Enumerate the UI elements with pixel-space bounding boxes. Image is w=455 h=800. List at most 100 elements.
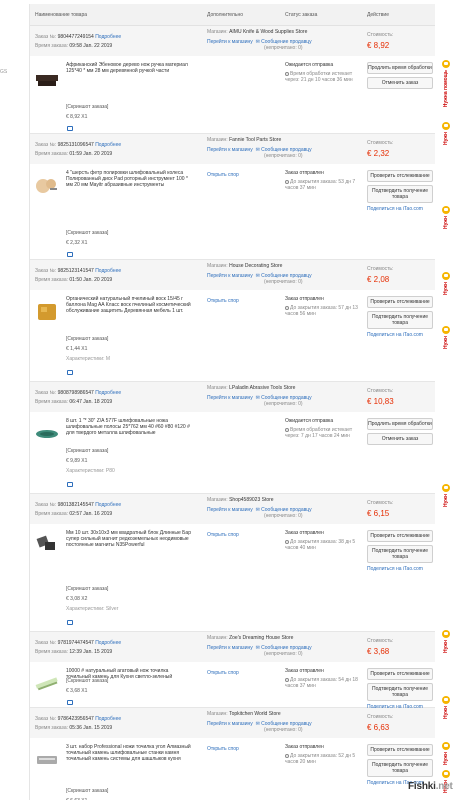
go-to-shop-link[interactable]: Перейти к магазину <box>207 721 253 727</box>
product-thumbnail[interactable] <box>35 422 59 446</box>
track-order-button[interactable]: Проверить отслеживание <box>367 744 433 756</box>
shop-name[interactable]: Topkitchen World Store <box>229 711 281 717</box>
order-details-link[interactable]: Подробнее <box>95 502 121 508</box>
track-order-button[interactable]: Проверить отслеживание <box>367 170 433 182</box>
help-tag[interactable]: Нужн <box>439 630 453 653</box>
order-details-link[interactable]: Подробнее <box>95 268 121 274</box>
product-title[interactable]: 4 "шерсть фетр полировки шлифовальный ко… <box>66 170 194 188</box>
chat-bubble-icon <box>442 60 450 68</box>
order-details-link[interactable]: Подробнее <box>95 640 121 646</box>
product-thumbnail[interactable] <box>35 748 59 772</box>
share-link[interactable]: Поделиться на iTao.com <box>367 566 433 572</box>
order-block: Заказ №: 9801382145547 Подробнее Время з… <box>30 494 435 632</box>
order-snapshot-link[interactable]: [Скриншот заказа] <box>66 104 108 110</box>
extend-processing-button[interactable]: Продлить время обработки <box>367 418 433 430</box>
shop-name[interactable]: LPaladin Abrasive Tools Store <box>229 385 295 391</box>
cancel-order-button[interactable]: Отменить заказ <box>367 433 433 445</box>
product-thumbnail[interactable] <box>35 672 59 696</box>
order-status: Заказ отправлен До закрытия заказа: 54 д… <box>285 668 365 689</box>
track-order-button[interactable]: Проверить отслеживание <box>367 296 433 308</box>
extend-processing-button[interactable]: Продлить время обработки <box>367 62 433 74</box>
help-tag[interactable]: Нужна помощь <box>439 60 453 107</box>
order-details-link[interactable]: Подробнее <box>95 142 121 148</box>
order-snapshot-link[interactable]: [Скриншот заказа] <box>66 678 108 684</box>
shop-name-row: Магазин: LPaladin Abrasive Tools Store <box>207 385 296 391</box>
order-details-link[interactable]: Подробнее <box>95 34 121 40</box>
order-block: Заказ №: 9786423956547 Подробнее Время з… <box>30 708 435 800</box>
col-details-header: Дополнительно <box>207 12 243 18</box>
go-to-shop-link[interactable]: Перейти к магазину <box>207 507 253 513</box>
open-dispute-link[interactable]: Открыть спор <box>207 532 239 538</box>
product-thumbnail[interactable] <box>35 300 59 324</box>
shop-name[interactable]: Shop4589023 Store <box>229 497 273 503</box>
product-title[interactable]: Органический натуральный пчелиный воск 1… <box>66 296 194 314</box>
shop-name[interactable]: AIMU Knife & Wood Supplies Store <box>229 29 307 35</box>
confirm-receipt-button[interactable]: Подтвердить получение товара <box>367 683 433 701</box>
order-details-link[interactable]: Подробнее <box>95 716 121 722</box>
snapshot-icon[interactable] <box>67 700 73 705</box>
order-details-link[interactable]: Подробнее <box>95 390 121 396</box>
go-to-shop-link[interactable]: Перейти к магазину <box>207 273 253 279</box>
confirm-receipt-button[interactable]: Подтвердить получение товара <box>367 545 433 563</box>
shop-name[interactable]: House Decorating Store <box>229 263 282 269</box>
product-thumbnail[interactable] <box>35 174 59 198</box>
order-header: Заказ №: 9808798986547 Подробнее Время з… <box>30 382 435 412</box>
snapshot-icon[interactable] <box>67 370 73 375</box>
order-actions: Продлить время обработки Отменить заказ <box>367 418 433 448</box>
help-tag[interactable]: Нужн <box>439 696 453 719</box>
shop-name[interactable]: Fannie Tool Parts Store <box>229 137 281 143</box>
order-snapshot-link[interactable]: [Скриншот заказа] <box>66 230 108 236</box>
product-thumbnail[interactable] <box>35 66 59 90</box>
help-tag[interactable]: Нужн <box>439 272 453 295</box>
order-snapshot-link[interactable]: [Скриншот заказа] <box>66 586 108 592</box>
product-price: € 3,08 X2 <box>66 596 88 602</box>
product-title[interactable]: Мм 10 шт. 30x10x3 мм квадратный блок Дли… <box>66 530 194 548</box>
help-tag[interactable]: Нужн <box>439 326 453 349</box>
go-to-shop-link[interactable]: Перейти к магазину <box>207 147 253 153</box>
open-dispute-link[interactable]: Открыть спор <box>207 298 239 304</box>
product-title[interactable]: 8 шт. 1 "* 30" Z/A 577F шлифовальные нож… <box>66 418 194 436</box>
go-to-shop-link[interactable]: Перейти к магазину <box>207 645 253 651</box>
snapshot-icon[interactable] <box>67 126 73 131</box>
help-tag[interactable]: Нужн <box>439 122 453 145</box>
product-thumbnail[interactable] <box>35 534 59 558</box>
share-link[interactable]: Поделиться на iTao.com <box>367 332 433 338</box>
order-time-row: Время заказа: 02:57 Jan. 16 2019 <box>35 511 113 517</box>
open-dispute-link[interactable]: Открыть спор <box>207 746 239 752</box>
go-to-shop-link[interactable]: Перейти к магазину <box>207 39 253 45</box>
track-order-button[interactable]: Проверить отслеживание <box>367 530 433 542</box>
order-body: Африканский Эбеновое дерево нож ручка ма… <box>30 56 435 134</box>
clock-icon <box>285 539 289 544</box>
chat-bubble-icon <box>442 484 450 492</box>
product-title[interactable]: Африканский Эбеновое дерево нож ручка ма… <box>66 62 194 74</box>
status-timer: Время обработки истекает через: 21 дн 10… <box>285 71 353 83</box>
help-tag[interactable]: Нужн <box>439 742 453 765</box>
open-dispute-link[interactable]: Открыть спор <box>207 670 239 676</box>
order-snapshot-link[interactable]: [Скриншот заказа] <box>66 336 108 342</box>
status-timer: До закрытия заказа: 54 дн 18 часов 37 ми… <box>285 677 358 689</box>
order-status: Заказ отправлен До закрытия заказа: 57 д… <box>285 296 365 317</box>
clock-icon <box>285 179 289 184</box>
open-dispute-link[interactable]: Открыть спор <box>207 172 239 178</box>
order-snapshot-link[interactable]: [Скриншот заказа] <box>66 448 108 454</box>
order-snapshot-link[interactable]: [Скриншот заказа] <box>66 788 108 794</box>
confirm-receipt-button[interactable]: Подтвердить получение товара <box>367 759 433 777</box>
go-to-shop-link[interactable]: Перейти к магазину <box>207 395 253 401</box>
track-order-button[interactable]: Проверить отслеживание <box>367 668 433 680</box>
snapshot-icon[interactable] <box>67 482 73 487</box>
confirm-receipt-button[interactable]: Подтвердить получение товара <box>367 311 433 329</box>
help-tag[interactable]: Нужн <box>439 206 453 229</box>
order-actions: Проверить отслеживание Подтвердить получ… <box>367 744 433 786</box>
confirm-receipt-button[interactable]: Подтвердить получение товара <box>367 185 433 203</box>
product-title[interactable]: 3 шт. набор Professional ножи точилка уг… <box>66 744 194 762</box>
shop-links: Перейти к магазину ✉ Сообщение продавцу … <box>207 721 312 733</box>
cost-label: Стоимость: <box>367 388 394 394</box>
message-icon: ✉ <box>255 395 260 401</box>
share-link[interactable]: Поделиться на iTao.com <box>367 206 433 212</box>
help-tag[interactable]: Нужн <box>439 484 453 507</box>
snapshot-icon[interactable] <box>67 252 73 257</box>
product-price: € 1,44 X1 <box>66 346 88 352</box>
snapshot-icon[interactable] <box>67 620 73 625</box>
cancel-order-button[interactable]: Отменить заказ <box>367 77 433 89</box>
shop-name[interactable]: Zoe's Dreaming House Store <box>229 635 293 641</box>
